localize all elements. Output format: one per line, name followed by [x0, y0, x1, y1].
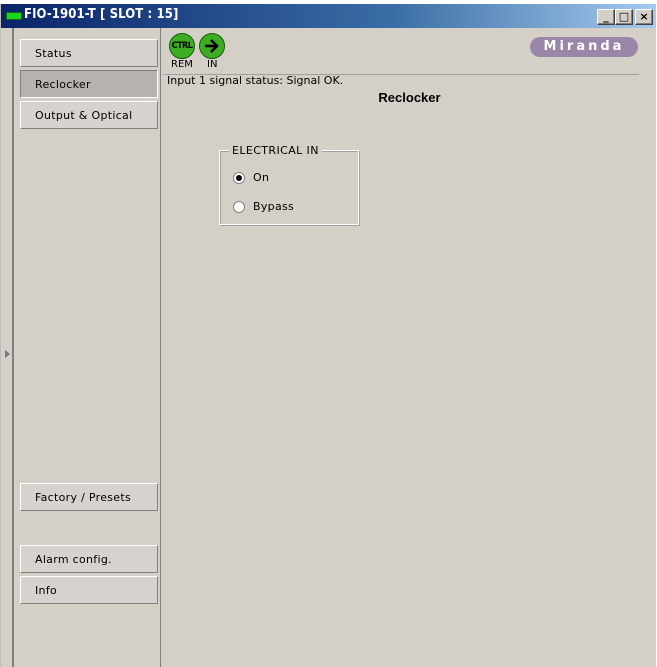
minimize-button[interactable]: _: [597, 9, 615, 25]
expand-arrow-icon[interactable]: [5, 350, 10, 358]
electrical-in-group: ELECTRICAL IN On Bypass: [219, 144, 359, 225]
signal-status-text: Input 1 signal status: Signal OK.: [167, 74, 344, 87]
input-caption: IN: [207, 59, 218, 70]
miranda-logo: Miranda: [530, 37, 638, 57]
radio-on-label: On: [253, 171, 270, 184]
close-button[interactable]: ×: [635, 9, 653, 25]
radio-bypass-label: Bypass: [253, 200, 295, 213]
title-bar[interactable]: FIO-1901-T [ SLOT : 15] _ □ ×: [1, 4, 656, 28]
maximize-button[interactable]: □: [615, 9, 633, 25]
ctrl-caption: REM: [171, 59, 193, 70]
radio-on-icon[interactable]: [233, 172, 245, 184]
right-edge: [639, 28, 656, 667]
sidebar-item-reclocker[interactable]: Reclocker: [20, 70, 158, 98]
ctrl-status-icon[interactable]: CTRL: [169, 33, 195, 59]
sidebar-item-alarm-config[interactable]: Alarm config.: [20, 545, 158, 573]
icon-status-bar: CTRL REM IN Miranda: [163, 28, 639, 75]
sidebar-item-output-optical[interactable]: Output & Optical: [20, 101, 158, 129]
sidebar-item-info[interactable]: Info: [20, 576, 158, 604]
device-window: FIO-1901-T [ SLOT : 15] _ □ × Status Rec…: [0, 4, 656, 667]
group-legend: ELECTRICAL IN: [229, 144, 322, 157]
sidebar-item-status[interactable]: Status: [20, 39, 158, 67]
input-arrow-icon[interactable]: [199, 33, 225, 59]
main-panel: CTRL REM IN Miranda Input 1 signal statu…: [163, 28, 656, 667]
window-title: FIO-1901-T [ SLOT : 15]: [24, 7, 179, 22]
radio-bypass-icon[interactable]: [233, 201, 245, 213]
collapse-strip[interactable]: [2, 28, 13, 667]
sidebar-item-factory-presets[interactable]: Factory / Presets: [20, 483, 158, 511]
status-led-icon: [6, 12, 22, 20]
page-title: Reclocker: [378, 90, 441, 105]
